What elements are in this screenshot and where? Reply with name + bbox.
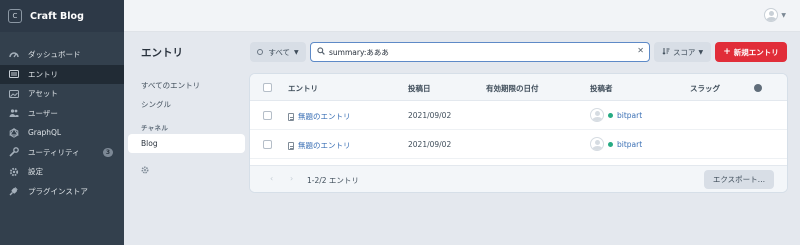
nav-item-users[interactable]: ユーザー — [0, 104, 124, 124]
entry-author[interactable]: bitpart — [590, 137, 642, 151]
plug-icon — [9, 186, 19, 196]
nav-label: ダッシュボード — [28, 50, 81, 60]
chevron-down-icon: ▼ — [781, 11, 786, 19]
nav-item-settings[interactable]: 設定 — [0, 162, 124, 182]
users-icon — [9, 108, 19, 118]
table-row[interactable]: 無題のエントリ 2021/09/02 bitpart — [250, 130, 787, 159]
previous-page-icon[interactable]: ‹ — [270, 174, 273, 183]
author-name: bitpart — [617, 110, 643, 120]
main-nav: ダッシュボード エントリ アセット ユーザー GraphQL ユーティリティ 3… — [0, 45, 124, 201]
column-header-author[interactable]: 投稿者 — [590, 83, 613, 94]
plus-icon: + — [723, 47, 731, 57]
column-header-slug[interactable]: スラッグ — [690, 83, 720, 94]
next-page-icon[interactable]: › — [290, 174, 293, 183]
column-header-post-date[interactable]: 投稿日 — [408, 83, 431, 94]
site-brand[interactable]: C Craft Blog — [0, 0, 124, 32]
new-entry-button[interactable]: + 新規エントリ — [715, 42, 787, 62]
status-filter-button[interactable]: すべて ▼ — [250, 42, 306, 62]
table-row[interactable]: 無題のエントリ 2021/09/02 bitpart — [250, 101, 787, 130]
source-blog-label: Blog — [141, 139, 158, 148]
pagination-count: 1-2/2 エントリ — [307, 176, 359, 185]
entries-table: エントリ 投稿日 有効期限の日付 投稿者 スラッグ 無題のエントリ 2021/0… — [250, 74, 787, 192]
search-box: ✕ — [310, 42, 650, 62]
chevron-down-icon: ▼ — [698, 48, 704, 56]
export-button[interactable]: エクスポート… — [704, 170, 774, 189]
column-header-expiry-date[interactable]: 有効期限の日付 — [486, 83, 539, 94]
site-name: Craft Blog — [30, 10, 84, 22]
site-logo-icon: C — [8, 9, 22, 23]
document-icon — [288, 112, 294, 121]
source-blog[interactable]: Blog — [128, 134, 245, 153]
graphql-icon — [9, 127, 19, 138]
entry-title: 無題のエントリ — [298, 112, 351, 121]
select-all-checkbox[interactable] — [263, 83, 272, 92]
customize-sources-gear-icon[interactable] — [141, 166, 149, 176]
author-status-dot — [608, 141, 613, 147]
account-menu[interactable]: ▼ — [764, 8, 786, 22]
nav-label: 設定 — [28, 167, 43, 177]
sort-icon — [662, 47, 670, 57]
nav-item-entries[interactable]: エントリ — [0, 64, 124, 84]
dashboard-icon — [9, 50, 19, 60]
author-name: bitpart — [617, 139, 643, 149]
nav-item-dashboard[interactable]: ダッシュボード — [0, 45, 124, 65]
entries-icon — [9, 69, 19, 79]
nav-label: ユーティリティ — [28, 147, 80, 157]
nav-item-plugin-store[interactable]: プラグインストア — [0, 182, 124, 202]
global-sidebar: C Craft Blog ダッシュボード エントリ アセット ユーザー Grap… — [0, 0, 124, 245]
status-filter-label: すべて — [268, 47, 291, 57]
search-input[interactable] — [329, 47, 629, 57]
nav-label: GraphQL — [28, 128, 62, 138]
row-checkbox[interactable] — [263, 140, 272, 149]
top-header: ▼ — [124, 0, 800, 32]
assets-icon — [9, 89, 19, 99]
row-checkbox[interactable] — [263, 111, 272, 120]
utilities-badge: 3 — [103, 147, 113, 157]
chevron-down-icon: ▼ — [294, 48, 299, 56]
source-singles[interactable]: シングル — [141, 99, 171, 110]
clear-search-icon[interactable]: ✕ — [637, 46, 644, 55]
source-all-entries[interactable]: すべてのエントリ — [141, 80, 200, 91]
search-icon — [317, 47, 325, 57]
nav-label: アセット — [28, 89, 58, 99]
entry-title-link[interactable]: 無題のエントリ — [288, 111, 351, 122]
nav-item-utilities[interactable]: ユーティリティ 3 — [0, 143, 124, 163]
nav-label: ユーザー — [28, 108, 58, 118]
sort-label: スコア — [672, 47, 696, 57]
status-circle-icon — [257, 49, 264, 55]
author-status-dot — [608, 112, 613, 118]
page-title: エントリ — [141, 47, 183, 59]
channels-heading: チャネル — [141, 124, 169, 132]
nav-item-assets[interactable]: アセット — [0, 84, 124, 104]
entry-title-link[interactable]: 無題のエントリ — [288, 140, 351, 151]
author-avatar-icon — [590, 137, 604, 151]
nav-label: エントリ — [28, 69, 58, 79]
table-header: エントリ 投稿日 有効期限の日付 投稿者 スラッグ — [250, 74, 787, 101]
entry-author[interactable]: bitpart — [590, 108, 642, 122]
nav-label: プラグインストア — [28, 186, 88, 196]
sort-button[interactable]: スコア ▼ — [654, 42, 711, 62]
entry-post-date: 2021/09/02 — [408, 140, 452, 149]
new-entry-label: 新規エントリ — [733, 47, 779, 57]
wrench-icon — [9, 147, 19, 157]
globe-icon — [754, 84, 762, 92]
nav-item-graphql[interactable]: GraphQL — [0, 123, 124, 143]
gear-icon — [9, 167, 19, 177]
table-footer: ‹ › 1-2/2 エントリ エクスポート… — [250, 165, 787, 192]
user-avatar-icon — [764, 8, 779, 22]
document-icon — [288, 141, 294, 150]
author-avatar-icon — [590, 108, 604, 122]
column-header-title[interactable]: エントリ — [288, 83, 318, 94]
entry-title: 無題のエントリ — [298, 141, 351, 150]
entry-post-date: 2021/09/02 — [408, 111, 452, 120]
